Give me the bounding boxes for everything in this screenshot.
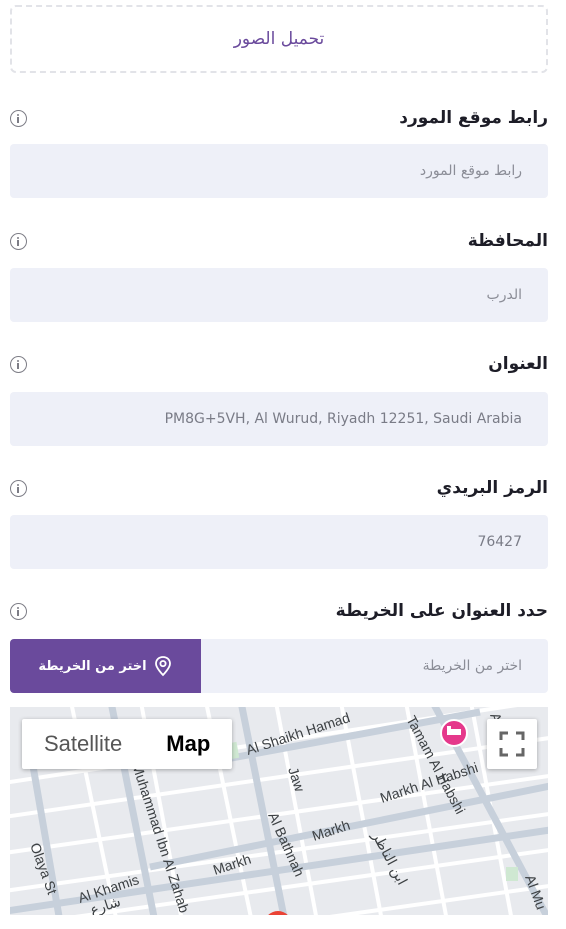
upload-images-button[interactable]: تحميل الصور [10,5,548,73]
field-governorate-label-row: المحافظة [10,229,548,253]
address-input[interactable]: PM8G+5VH, Al Wurud, Riyadh 12251, Saudi … [10,392,548,446]
map-button[interactable]: Map [144,719,232,769]
postal-code-value: 76427 [477,534,522,550]
governorate-placeholder: الدرب [486,287,522,303]
info-icon[interactable] [10,109,27,127]
fullscreen-button[interactable] [487,719,537,769]
address-value: PM8G+5VH, Al Wurud, Riyadh 12251, Saudi … [164,411,522,427]
map-view[interactable]: Al Shaikh Hamad Tamam Al Habshi Jaw Mark… [10,707,548,915]
field-postal-code-label-row: الرمز البريدي [10,476,548,500]
address-label: العنوان [488,354,548,374]
supplier-url-placeholder: رابط موقع المورد [419,163,522,179]
field-supplier-url-label-row: رابط موقع المورد [10,106,548,130]
upload-images-label: تحميل الصور [233,29,325,49]
governorate-label: المحافظة [467,231,548,251]
field-map-label-row: حدد العنوان على الخريطة [10,599,548,623]
map-location-picker: اختر من الخريطة اختر من الخريطة [10,639,548,693]
info-icon[interactable] [10,355,27,373]
satellite-button[interactable]: Satellite [22,719,144,769]
fullscreen-icon [499,731,525,757]
info-icon[interactable] [10,232,27,250]
choose-from-map-button[interactable]: اختر من الخريطة [10,639,201,693]
postal-code-input[interactable]: 76427 [10,515,548,569]
location-pin-icon [154,656,171,677]
supplier-url-input[interactable]: رابط موقع المورد [10,144,548,198]
postal-code-label: الرمز البريدي [436,478,548,498]
info-icon[interactable] [10,479,27,497]
supplier-url-label: رابط موقع المورد [399,108,548,128]
info-icon[interactable] [10,602,27,620]
hotel-pin-icon[interactable] [440,719,468,747]
governorate-input[interactable]: الدرب [10,268,548,322]
map-section-label: حدد العنوان على الخريطة [335,601,548,621]
map-input-placeholder: اختر من الخريطة [422,658,522,674]
choose-from-map-label: اختر من الخريطة [38,658,147,674]
field-address-label-row: العنوان [10,352,548,376]
map-type-control: Satellite Map [22,719,233,769]
